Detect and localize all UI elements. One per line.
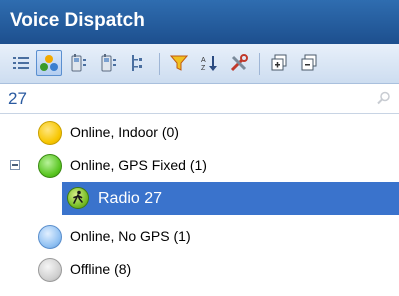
radio-walker-icon [67, 187, 89, 209]
tree-group-label: Online, No GPS (1) [70, 228, 191, 244]
tools-button[interactable] [226, 50, 252, 76]
expand-all-icon [271, 54, 287, 71]
list-view-icon [13, 57, 29, 69]
tree-view-icon [132, 55, 142, 71]
tree-view-button[interactable] [126, 50, 152, 76]
tools-icon [230, 54, 248, 72]
status-gray-icon [38, 258, 62, 282]
search-bar [0, 84, 399, 114]
radio-list-icon [71, 54, 86, 72]
tree-group-online-gps-fixed[interactable]: Online, GPS Fixed (1) [0, 149, 399, 182]
tree-group-online-no-gps[interactable]: Online, No GPS (1) [0, 220, 399, 253]
group-status-icon [40, 55, 58, 71]
svg-text:A: A [201, 57, 206, 64]
sort-button[interactable]: A Z [196, 50, 222, 76]
expand-all-button[interactable] [266, 50, 292, 76]
tree-group-label: Online, Indoor (0) [70, 124, 179, 140]
tree-group-online-indoor[interactable]: Online, Indoor (0) [0, 116, 399, 149]
tree-group-offline[interactable]: Offline (8) [0, 253, 399, 286]
status-yellow-icon [38, 121, 62, 145]
group-status-button[interactable] [36, 50, 62, 76]
tree-item-label: Radio 27 [98, 190, 163, 207]
radio-details-button[interactable] [96, 50, 122, 76]
toolbar-separator [259, 53, 260, 75]
list-view-button[interactable] [8, 50, 34, 76]
toolbar-separator [159, 53, 160, 75]
status-green-icon [38, 154, 62, 178]
tree-group-label: Online, GPS Fixed (1) [70, 157, 207, 173]
tree-group-label: Offline (8) [70, 261, 132, 277]
filter-icon [170, 55, 188, 71]
toolbar: A Z [0, 44, 399, 84]
svg-text:Z: Z [201, 65, 206, 72]
status-blue-icon [38, 225, 62, 249]
radio-list-button[interactable] [66, 50, 92, 76]
collapse-toggle-icon[interactable] [10, 160, 20, 170]
radio-row-content: Radio 27 [0, 182, 399, 215]
radio-details-icon [101, 54, 116, 72]
window-title-bar: Voice Dispatch [0, 0, 399, 44]
collapse-all-icon [301, 54, 317, 71]
collapse-all-button[interactable] [296, 50, 322, 76]
window-title: Voice Dispatch [10, 10, 145, 31]
filter-button[interactable] [166, 50, 192, 76]
search-input[interactable] [8, 87, 368, 111]
search-icon[interactable] [377, 91, 391, 105]
sort-icon: A Z [201, 56, 217, 72]
